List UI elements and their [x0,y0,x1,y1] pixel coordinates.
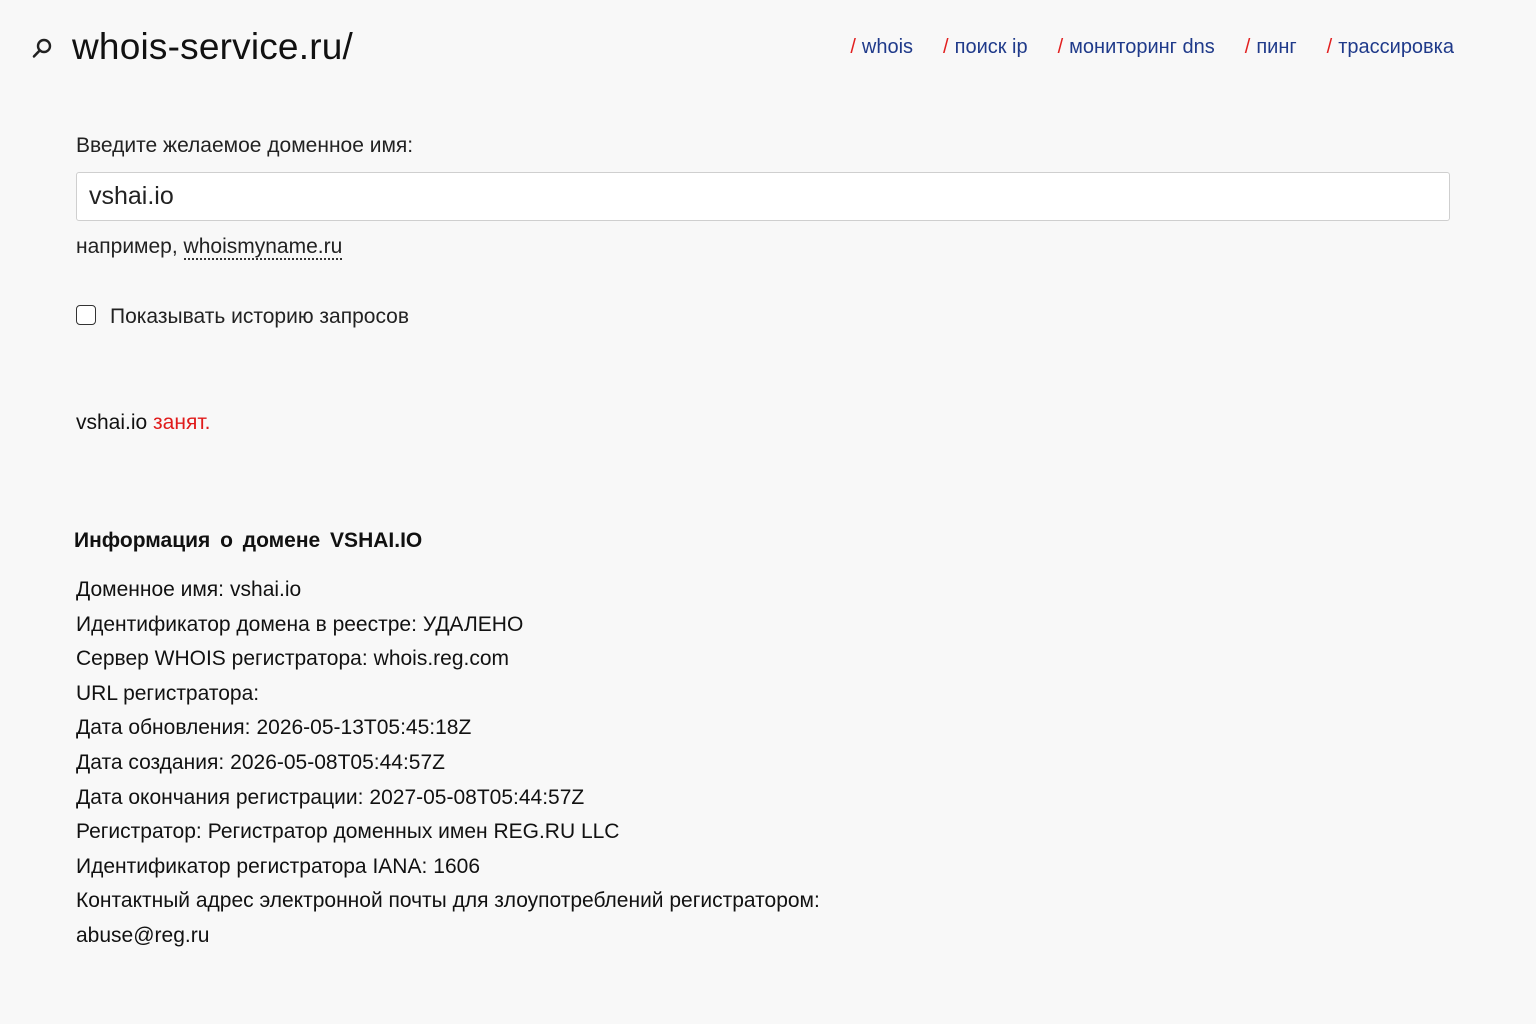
info-label: Доменное имя: [76,578,225,601]
info-label: Идентификатор регистратора IANA: [76,854,428,878]
info-row-registry-id: Идентификатор домена в реестре: УДАЛЕНО [76,608,1450,643]
domain-info-list: Доменное имя: vshai.io Идентификатор доме… [76,573,1450,954]
info-row-abuse-email-label: Контактный адрес электронной почты для з… [76,884,1450,919]
info-value: УДАЛЕНО [422,612,524,636]
nav-item-label: whois [861,36,914,58]
site-header: whois-service.ru/ / whois / поиск ip / мони… [0,0,1536,100]
nav-item-label: пинг [1256,36,1297,58]
info-label: URL регистратора: [76,681,260,705]
info-row-expiry-date: Дата окончания регистрации: 2027-05-08T05… [76,781,1450,816]
info-row-abuse-email: abuse@reg.ru [76,919,1450,954]
info-label: Регистратор: [76,820,202,844]
info-row-registrar-url: URL регистратора: [76,677,1450,712]
info-value: Регистратор доменных имен REG.RU LLC [207,820,620,844]
domain-input[interactable] [76,172,1450,221]
info-value: 1606 [433,854,481,878]
search-icon[interactable] [30,36,54,60]
nav-item-ping[interactable]: / пинг [1245,36,1297,59]
history-checkbox[interactable] [76,305,96,325]
status-domain: vshai.io [76,411,148,434]
info-label: Сервер WHOIS регистратора: [76,647,368,671]
nav-item-whois[interactable]: / whois [850,36,913,59]
nav-item-label: поиск ip [954,36,1028,58]
example-prefix: например, [76,235,178,258]
nav-slash: / [1244,36,1251,58]
history-option: Показывать историю запросов [76,305,1450,329]
domain-field-label: Введите желаемое доменное имя: [76,134,414,157]
info-value: whois.reg.com [373,647,510,671]
info-label: Дата создания: [76,750,225,774]
nav-item-label: трассировка [1338,36,1454,58]
info-label: Идентификатор домена в реестре: [76,612,417,636]
info-label: Дата обновления: [76,716,251,740]
info-row-domain-name: Доменное имя: vshai.io [76,573,1450,608]
nav-item-label: мониторинг dns [1069,36,1215,58]
site-logo[interactable]: whois-service.ru/ [72,26,353,68]
info-row-iana-id: Идентификатор регистратора IANA: 1606 [76,850,1450,885]
nav-item-ip-search[interactable]: / поиск ip [943,36,1028,59]
info-row-creation-date: Дата создания: 2026-05-08T05:44:57Z [76,746,1450,781]
nav-slash: / [850,36,856,58]
main-content: Введите желаемое доменное имя: например,… [74,134,1450,954]
info-value: 2027-05-08T05:44:57Z [369,785,585,809]
availability-status: vshai.io занят. [76,411,1450,435]
history-label[interactable]: Показывать историю запросов [110,305,409,329]
info-label: Дата окончания регистрации: [76,785,364,809]
example-link[interactable]: whoismyname.ru [183,235,343,260]
info-row-whois-server: Сервер WHOIS регистратора: whois.reg.com [76,642,1450,677]
domain-info-title: Информация о домене VSHAI.IO [74,529,423,552]
main-nav: / whois / поиск ip / мониторинг dns / пинг /… [850,36,1454,59]
info-label: Контактный адрес электронной почты для з… [76,889,820,913]
example-hint: например, whoismyname.ru [76,235,1450,260]
info-row-updated-date: Дата обновления: 2026-05-13T05:45:18Z [76,711,1450,746]
nav-slash: / [1326,36,1333,58]
nav-slash: / [943,36,949,58]
nav-item-traceroute[interactable]: / трассировка [1327,36,1454,59]
info-label: abuse@reg.ru [76,923,210,947]
status-taken: занят. [153,411,211,434]
info-row-registrar: Регистратор: Регистратор доменных имен RE… [76,815,1450,850]
info-value: 2026-05-08T05:44:57Z [230,750,445,774]
info-value: vshai.io [230,578,302,601]
info-value: 2026-05-13T05:45:18Z [256,716,472,740]
nav-item-dns-monitoring[interactable]: / мониторинг dns [1058,36,1215,59]
nav-slash: / [1057,36,1064,58]
